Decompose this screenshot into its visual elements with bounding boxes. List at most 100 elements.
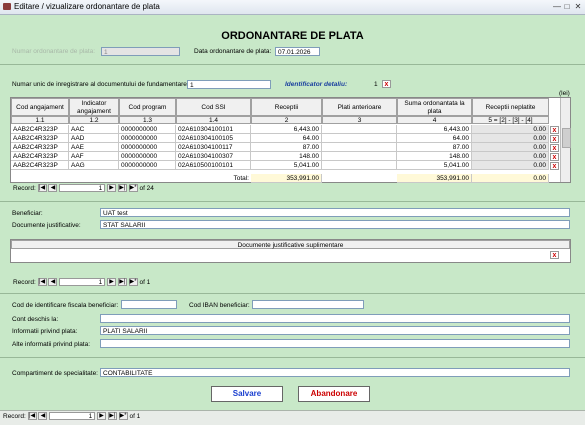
last-record-button[interactable]: ▶| xyxy=(117,278,127,287)
delete-row-button[interactable]: x xyxy=(550,161,559,170)
new-record-button[interactable]: ▶* xyxy=(128,278,138,287)
col-suma-ordonantata[interactable]: Suma ordonantata la plata xyxy=(397,98,472,116)
table-cell[interactable]: AAF xyxy=(69,152,119,161)
nr-unic-field[interactable]: 1 xyxy=(187,80,271,89)
table-cell[interactable]: 5,041.00 xyxy=(251,161,322,170)
table-cell[interactable]: 64.00 xyxy=(397,134,472,143)
next-record-button[interactable]: ▶ xyxy=(97,412,107,421)
data-label: Data ordonantare de plata: xyxy=(194,48,272,55)
table-cell[interactable]: AAE xyxy=(69,143,119,152)
table-cell[interactable]: AAB2C4R323P xyxy=(11,125,69,134)
record-number-input[interactable]: 1 xyxy=(59,278,106,287)
table-cell[interactable]: 0000000000 xyxy=(119,143,176,152)
table-cell[interactable]: 5,041.00 xyxy=(397,161,472,170)
first-record-button[interactable]: |◀ xyxy=(37,278,47,287)
new-record-button[interactable]: ▶* xyxy=(118,412,128,421)
delete-row-button[interactable]: x xyxy=(550,125,559,134)
delete-doc-supl-button[interactable]: x xyxy=(550,251,559,259)
table-cell[interactable]: 0000000000 xyxy=(119,125,176,134)
table-cell[interactable] xyxy=(322,125,397,134)
table-cell[interactable]: 02A610500100101 xyxy=(176,161,251,170)
table-cell[interactable]: 02A610304100117 xyxy=(176,143,251,152)
compartiment-label: Compartiment de specialitate: xyxy=(12,370,98,377)
col-plati-anterioare[interactable]: Plati anterioare xyxy=(322,98,397,116)
doc-supl-record-nav: Record: |◀ ◀ 1 ▶ ▶| ▶* of 1 xyxy=(13,278,150,288)
close-icon[interactable]: ✕ xyxy=(573,2,583,11)
col-cod-ssi[interactable]: Cod SSI xyxy=(176,98,251,116)
table-cell[interactable]: 0000000000 xyxy=(119,152,176,161)
minimize-icon[interactable]: — xyxy=(552,2,562,11)
delete-row-button[interactable]: x xyxy=(550,134,559,143)
alte-info-field[interactable] xyxy=(100,339,570,348)
identificator-value: 1 xyxy=(374,81,378,88)
table-cell[interactable]: AAD xyxy=(69,134,119,143)
identificator-label: Identificator detaliu: xyxy=(285,81,348,88)
table-cell[interactable]: AAB2C4R323P xyxy=(11,152,69,161)
table-cell[interactable]: 6,443.00 xyxy=(251,125,322,134)
col-cod-program[interactable]: Cod program xyxy=(119,98,176,116)
delete-detail-button[interactable]: x xyxy=(382,80,391,88)
prev-record-button[interactable]: ◀ xyxy=(48,278,58,287)
table-cell[interactable]: 6,443.00 xyxy=(397,125,472,134)
table-cell[interactable] xyxy=(322,143,397,152)
table-cell[interactable]: AAB2C4R323P xyxy=(11,143,69,152)
table-cell[interactable]: AAC xyxy=(69,125,119,134)
table-cell[interactable]: 87.00 xyxy=(251,143,322,152)
iban-field[interactable] xyxy=(252,300,364,309)
table-cell[interactable]: 02A610304100101 xyxy=(176,125,251,134)
data-field[interactable]: 07.01.2026 xyxy=(275,47,320,56)
next-record-button[interactable]: ▶ xyxy=(107,278,117,287)
table-cell[interactable]: 148.00 xyxy=(251,152,322,161)
table-cell[interactable]: AAG xyxy=(69,161,119,170)
table-cell[interactable]: 0000000000 xyxy=(119,161,176,170)
save-button[interactable]: Salvare xyxy=(211,386,283,402)
subheader-cell: 1.2 xyxy=(69,116,119,124)
new-record-button[interactable]: ▶* xyxy=(128,184,138,193)
table-cell[interactable]: 87.00 xyxy=(397,143,472,152)
last-record-button[interactable]: ▶| xyxy=(117,184,127,193)
table-cell: 0.00 xyxy=(472,161,549,170)
table-cell[interactable] xyxy=(322,161,397,170)
col-receptii-neplatite[interactable]: Receptii neplatite xyxy=(472,98,549,116)
table-cell[interactable]: 02A610304100105 xyxy=(176,134,251,143)
doc-just-field[interactable]: STAT SALARII xyxy=(100,220,570,229)
form-record-nav: Record: |◀ ◀ 1 ▶ ▶| ▶* of 1 xyxy=(3,412,140,422)
info-plata-field[interactable]: PLATI SALARII xyxy=(100,326,570,335)
delete-row-button[interactable]: x xyxy=(550,143,559,152)
table-cell[interactable]: 148.00 xyxy=(397,152,472,161)
doc-supl-header: Documente justificative suplimentare xyxy=(11,240,570,249)
window-title: Editare / vizualizare ordonantare de pla… xyxy=(14,2,160,11)
last-record-button[interactable]: ▶| xyxy=(107,412,117,421)
record-number-input[interactable]: 1 xyxy=(49,412,96,421)
table-cell[interactable]: AAB2C4R323P xyxy=(11,134,69,143)
cancel-button[interactable]: Abandonare xyxy=(298,386,370,402)
beneficiar-field[interactable]: UAT test xyxy=(100,208,570,217)
maximize-icon[interactable]: □ xyxy=(562,2,572,11)
delete-row-button[interactable]: x xyxy=(550,152,559,161)
fiscal-field[interactable] xyxy=(121,300,177,309)
table-cell[interactable]: 64.00 xyxy=(251,134,322,143)
first-record-button[interactable]: |◀ xyxy=(37,184,47,193)
total-neplatite: 0.00 xyxy=(472,174,549,183)
table-cell[interactable] xyxy=(322,152,397,161)
table-cell[interactable]: AAB2C4R323P xyxy=(11,161,69,170)
scrollbar-thumb[interactable] xyxy=(562,128,571,148)
app-icon xyxy=(3,3,11,10)
record-number-input[interactable]: 1 xyxy=(59,184,106,193)
compartiment-field[interactable]: CONTABILITATE xyxy=(100,368,570,377)
record-label: Record: xyxy=(13,185,36,192)
col-indicator-angajament[interactable]: Indicator angajament xyxy=(69,98,119,116)
table-cell[interactable]: 0000000000 xyxy=(119,134,176,143)
col-receptii[interactable]: Receptii xyxy=(251,98,322,116)
record-label: Record: xyxy=(3,413,26,420)
first-record-button[interactable]: |◀ xyxy=(27,412,37,421)
prev-record-button[interactable]: ◀ xyxy=(38,412,48,421)
prev-record-button[interactable]: ◀ xyxy=(48,184,58,193)
table-cell[interactable] xyxy=(322,134,397,143)
col-cod-angajament[interactable]: Cod angajament xyxy=(11,98,69,116)
next-record-button[interactable]: ▶ xyxy=(107,184,117,193)
table-scrollbar[interactable] xyxy=(560,98,571,182)
cont-field[interactable] xyxy=(100,314,570,323)
table-cell[interactable]: 02A610304100307 xyxy=(176,152,251,161)
divider xyxy=(0,64,585,65)
